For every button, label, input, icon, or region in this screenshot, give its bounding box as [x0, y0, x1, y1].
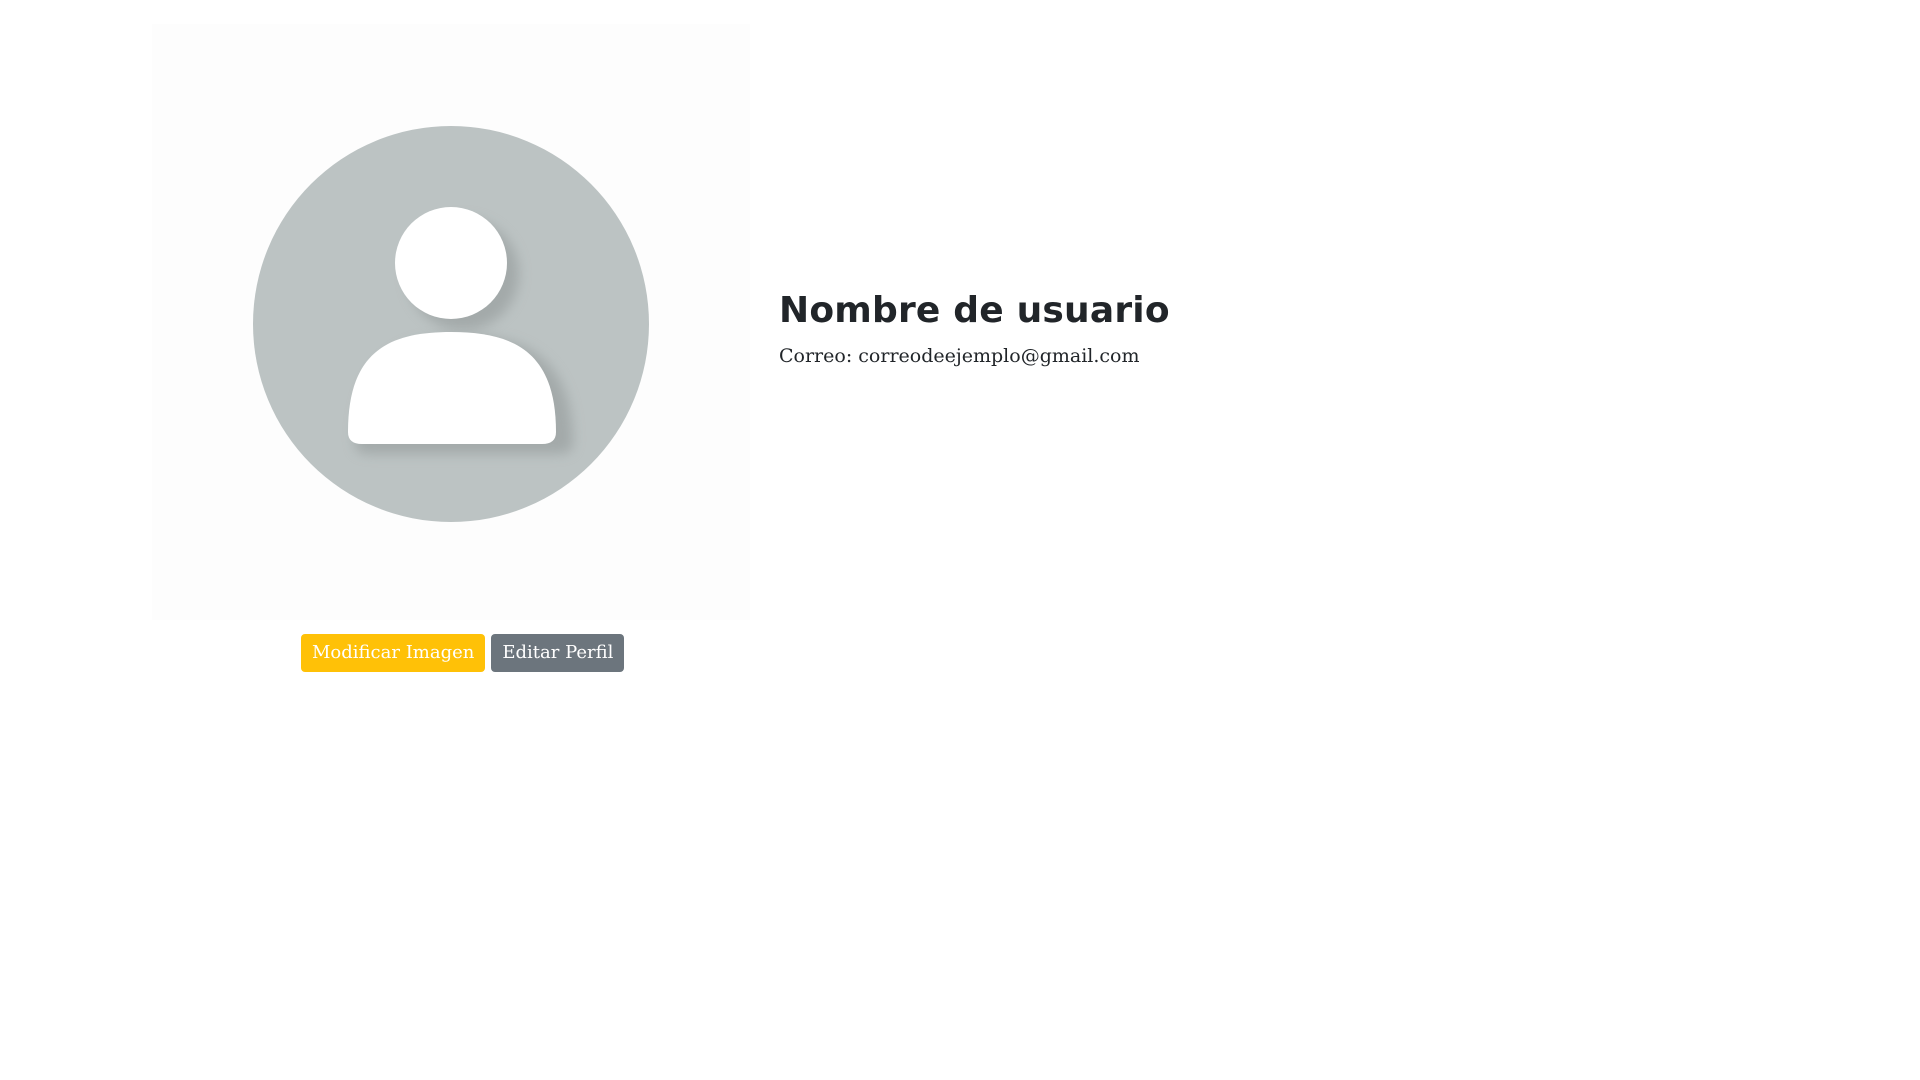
profile-name: Nombre de usuario [779, 290, 1170, 331]
email-label: Correo: [779, 345, 853, 367]
profile-image-container [152, 24, 750, 620]
profile-email: Correo: correodeejemplo@gmail.com [779, 345, 1170, 367]
profile-actions: Modificar Imagen Editar Perfil [301, 634, 625, 672]
avatar-head [395, 207, 507, 319]
user-avatar-placeholder-icon [253, 126, 649, 522]
profile-info: Nombre de usuario Correo: correodeejempl… [779, 290, 1170, 367]
email-value: correodeejemplo@gmail.com [858, 345, 1140, 367]
modify-image-button[interactable]: Modificar Imagen [301, 634, 486, 672]
edit-profile-button[interactable]: Editar Perfil [491, 634, 625, 672]
